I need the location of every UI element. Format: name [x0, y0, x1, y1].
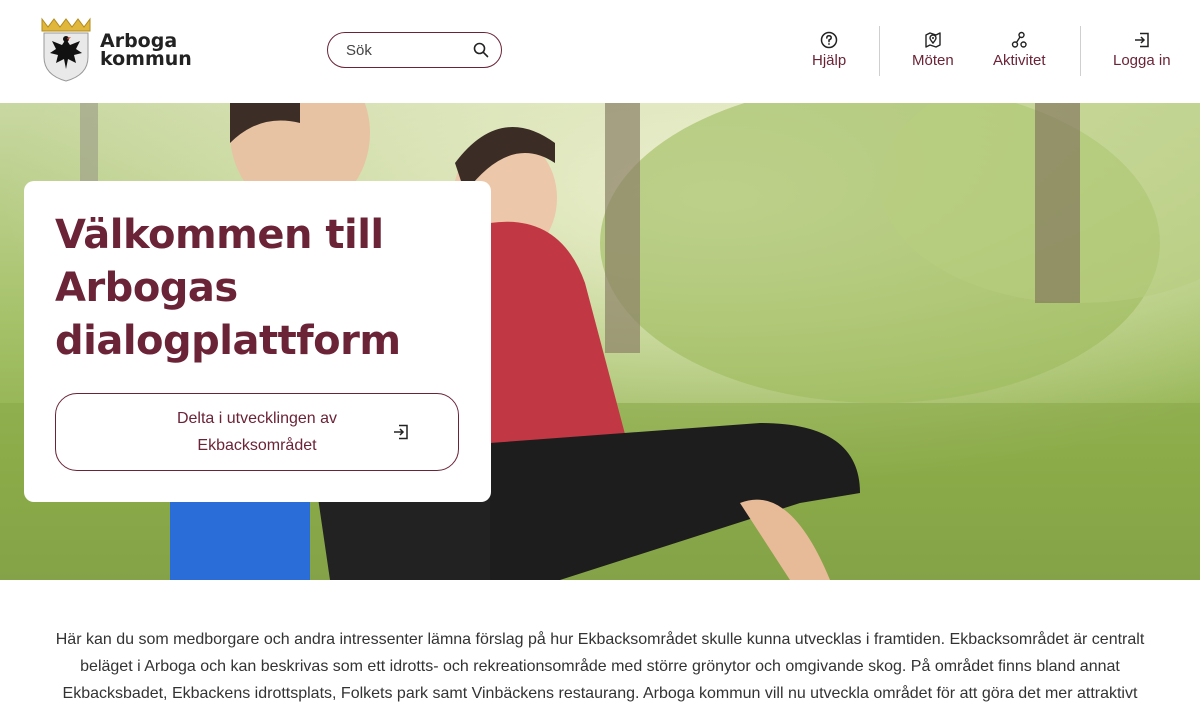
participate-button[interactable]: Delta i utvecklingen av Ekbacksområdet	[55, 393, 459, 471]
welcome-card: Välkommen till Arbogas dialogplattform D…	[24, 181, 491, 502]
nav-help[interactable]: Hjälp	[812, 31, 846, 69]
participate-button-label: Delta i utvecklingen av Ekbacksområdet	[176, 410, 338, 454]
search-icon[interactable]	[473, 42, 489, 58]
nav-login[interactable]: Logga in	[1113, 31, 1171, 69]
login-icon	[394, 424, 408, 440]
login-icon	[1134, 32, 1149, 48]
hero-title: Välkommen till Arbogas dialogplattform	[55, 212, 401, 364]
site-header: Arboga kommun Hjälp Möten	[0, 0, 1200, 103]
nav-activity[interactable]: Aktivitet	[993, 31, 1046, 69]
nav-activity-label: Aktivitet	[993, 52, 1046, 69]
activity-icon	[1012, 31, 1027, 48]
search-input[interactable]	[344, 40, 473, 60]
logo[interactable]: Arboga kommun	[38, 17, 192, 83]
nav-divider	[1080, 26, 1081, 76]
search-box	[327, 32, 502, 68]
logo-text-line2: kommun	[100, 48, 192, 70]
nav-meetings[interactable]: Möten	[912, 31, 954, 69]
map-pin-icon	[925, 32, 941, 48]
nav-help-label: Hjälp	[812, 52, 847, 69]
help-icon	[820, 31, 838, 49]
hero-banner: Välkommen till Arbogas dialogplattform D…	[0, 103, 1200, 580]
nav-meetings-label: Möten	[912, 52, 954, 69]
nav-login-label: Logga in	[1113, 52, 1171, 69]
nav-divider	[879, 26, 880, 76]
logo-text: Arboga kommun	[100, 32, 192, 70]
coat-of-arms-icon	[41, 17, 91, 82]
intro-text: Här kan du som medborgare och andra intr…	[55, 631, 1145, 702]
